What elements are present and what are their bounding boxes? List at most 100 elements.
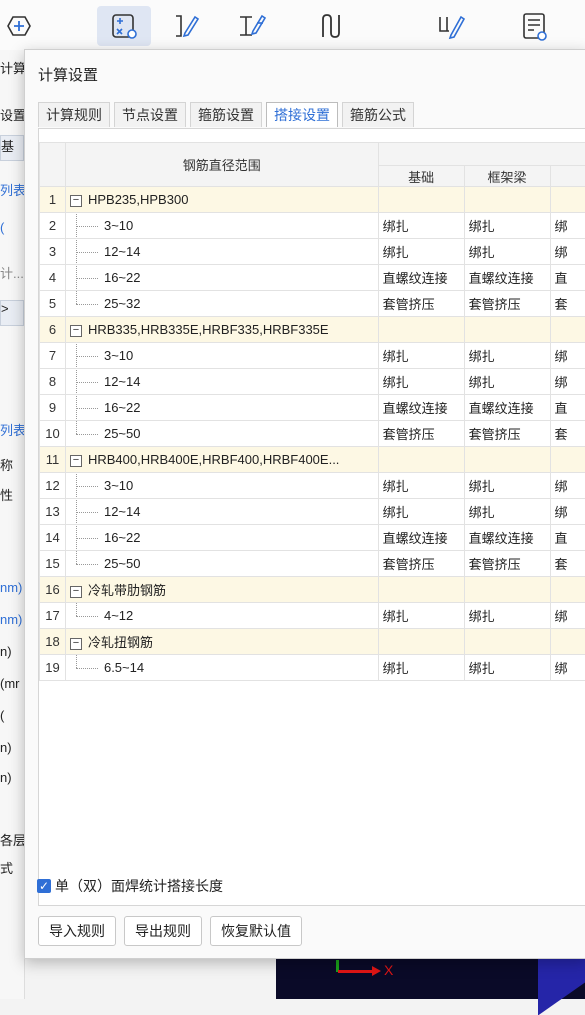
diameter-range-cell[interactable]: 4~12 bbox=[65, 603, 378, 629]
table-group-row[interactable]: 11−HRB400,HRB400E,HRBF400,HRBF400E... bbox=[40, 447, 585, 473]
frame-beam-method-cell[interactable]: 绑扎 bbox=[464, 499, 550, 525]
next-method-cell[interactable] bbox=[550, 187, 585, 213]
diameter-range-cell[interactable]: −冷轧扭钢筋 bbox=[65, 629, 378, 655]
next-method-cell[interactable]: 套 bbox=[550, 421, 585, 447]
frame-beam-method-cell[interactable] bbox=[464, 447, 550, 473]
next-method-cell[interactable]: 绑 bbox=[550, 473, 585, 499]
frame-beam-method-cell[interactable]: 套管挤压 bbox=[464, 291, 550, 317]
foundation-method-cell[interactable]: 套管挤压 bbox=[378, 551, 464, 577]
foundation-method-cell[interactable] bbox=[378, 447, 464, 473]
diameter-range-cell[interactable]: 12~14 bbox=[65, 499, 378, 525]
foundation-method-cell[interactable]: 绑扎 bbox=[378, 343, 464, 369]
left-panel-icon[interactable]: ( bbox=[0, 220, 24, 235]
next-method-cell[interactable] bbox=[550, 629, 585, 655]
diameter-range-cell[interactable]: −HRB400,HRB400E,HRBF400,HRBF400E... bbox=[65, 447, 378, 473]
collapse-icon[interactable]: − bbox=[70, 325, 82, 337]
diameter-range-cell[interactable]: 25~50 bbox=[65, 421, 378, 447]
table-row[interactable]: 196.5~14绑扎绑扎绑 bbox=[40, 655, 585, 681]
frame-beam-method-cell[interactable]: 套管挤压 bbox=[464, 421, 550, 447]
table-group-row[interactable]: 1−HPB235,HPB300 bbox=[40, 187, 585, 213]
tab-stirrup-formula[interactable]: 箍筋公式 bbox=[342, 102, 414, 127]
table-row[interactable]: 1312~14绑扎绑扎绑 bbox=[40, 499, 585, 525]
table-row[interactable]: 73~10绑扎绑扎绑 bbox=[40, 343, 585, 369]
import-rules-button[interactable]: 导入规则 bbox=[38, 916, 116, 946]
diameter-range-cell[interactable]: 3~10 bbox=[65, 343, 378, 369]
left-panel-arrow-button[interactable]: > bbox=[0, 300, 24, 326]
table-row[interactable]: 525~32套管挤压套管挤压套 bbox=[40, 291, 585, 317]
next-method-cell[interactable]: 套 bbox=[550, 291, 585, 317]
frame-beam-method-cell[interactable] bbox=[464, 187, 550, 213]
next-method-cell[interactable]: 绑 bbox=[550, 343, 585, 369]
lap-joint-button[interactable] bbox=[304, 6, 358, 46]
calc-settings-button[interactable] bbox=[97, 6, 151, 46]
diameter-range-cell[interactable]: 16~22 bbox=[65, 395, 378, 421]
foundation-method-cell[interactable]: 直螺纹连接 bbox=[378, 265, 464, 291]
frame-beam-method-cell[interactable]: 绑扎 bbox=[464, 369, 550, 395]
foundation-method-cell[interactable]: 直螺纹连接 bbox=[378, 395, 464, 421]
table-row[interactable]: 1416~22直螺纹连接直螺纹连接直 bbox=[40, 525, 585, 551]
restore-defaults-button[interactable]: 恢复默认值 bbox=[210, 916, 302, 946]
next-method-cell[interactable]: 绑 bbox=[550, 499, 585, 525]
diameter-range-cell[interactable]: 16~22 bbox=[65, 525, 378, 551]
foundation-method-cell[interactable]: 套管挤压 bbox=[378, 421, 464, 447]
frame-beam-method-cell[interactable]: 直螺纹连接 bbox=[464, 525, 550, 551]
frame-beam-method-cell[interactable]: 绑扎 bbox=[464, 603, 550, 629]
table-row[interactable]: 174~12绑扎绑扎绑 bbox=[40, 603, 585, 629]
diameter-range-cell[interactable]: −HPB235,HPB300 bbox=[65, 187, 378, 213]
frame-beam-method-cell[interactable]: 绑扎 bbox=[464, 213, 550, 239]
next-method-cell[interactable]: 直 bbox=[550, 395, 585, 421]
foundation-method-cell[interactable]: 绑扎 bbox=[378, 499, 464, 525]
frame-beam-method-cell[interactable]: 绑扎 bbox=[464, 655, 550, 681]
next-method-cell[interactable]: 套 bbox=[550, 551, 585, 577]
tab-node-settings[interactable]: 节点设置 bbox=[114, 102, 186, 127]
foundation-method-cell[interactable]: 套管挤压 bbox=[378, 291, 464, 317]
diameter-range-cell[interactable]: 12~14 bbox=[65, 239, 378, 265]
left-panel-list-link[interactable]: 列表 bbox=[0, 180, 24, 199]
diameter-range-cell[interactable]: 6.5~14 bbox=[65, 655, 378, 681]
table-row[interactable]: 123~10绑扎绑扎绑 bbox=[40, 473, 585, 499]
diameter-range-cell[interactable]: −冷轧带肋钢筋 bbox=[65, 577, 378, 603]
collapse-icon[interactable]: − bbox=[70, 638, 82, 650]
weld-lap-checkbox-row[interactable]: ✓ 单（双）面焊统计搭接长度 bbox=[37, 876, 223, 896]
next-method-cell[interactable] bbox=[550, 577, 585, 603]
frame-beam-method-cell[interactable]: 直螺纹连接 bbox=[464, 395, 550, 421]
section-edit-button[interactable] bbox=[225, 6, 279, 46]
table-row[interactable]: 23~10绑扎绑扎绑 bbox=[40, 213, 585, 239]
frame-beam-method-cell[interactable]: 绑扎 bbox=[464, 239, 550, 265]
tab-calc-rules[interactable]: 计算规则 bbox=[38, 102, 110, 127]
next-method-cell[interactable]: 绑 bbox=[550, 213, 585, 239]
foundation-method-cell[interactable]: 绑扎 bbox=[378, 655, 464, 681]
next-method-cell[interactable] bbox=[550, 447, 585, 473]
frame-beam-method-cell[interactable] bbox=[464, 629, 550, 655]
foundation-method-cell[interactable] bbox=[378, 629, 464, 655]
add-circle-button[interactable] bbox=[0, 6, 46, 46]
foundation-method-cell[interactable]: 绑扎 bbox=[378, 239, 464, 265]
table-group-row[interactable]: 6−HRB335,HRB335E,HRBF335,HRBF335E bbox=[40, 317, 585, 343]
diameter-range-cell[interactable]: −HRB335,HRB335E,HRBF335,HRBF335E bbox=[65, 317, 378, 343]
tab-stirrup-settings[interactable]: 箍筋设置 bbox=[190, 102, 262, 127]
frame-beam-method-cell[interactable]: 绑扎 bbox=[464, 473, 550, 499]
next-method-cell[interactable]: 绑 bbox=[550, 603, 585, 629]
rebar-pen-button[interactable] bbox=[425, 6, 479, 46]
diameter-range-cell[interactable]: 25~32 bbox=[65, 291, 378, 317]
left-panel-tab[interactable]: 基 bbox=[0, 135, 24, 161]
next-method-cell[interactable]: 绑 bbox=[550, 239, 585, 265]
table-group-row[interactable]: 18−冷轧扭钢筋 bbox=[40, 629, 585, 655]
table-row[interactable]: 1025~50套管挤压套管挤压套 bbox=[40, 421, 585, 447]
frame-beam-method-cell[interactable] bbox=[464, 577, 550, 603]
foundation-method-cell[interactable] bbox=[378, 317, 464, 343]
frame-beam-method-cell[interactable]: 绑扎 bbox=[464, 343, 550, 369]
diameter-range-cell[interactable]: 16~22 bbox=[65, 265, 378, 291]
table-row[interactable]: 312~14绑扎绑扎绑 bbox=[40, 239, 585, 265]
collapse-icon[interactable]: − bbox=[70, 455, 82, 467]
collapse-icon[interactable]: − bbox=[70, 586, 82, 598]
foundation-method-cell[interactable]: 绑扎 bbox=[378, 473, 464, 499]
foundation-method-cell[interactable]: 绑扎 bbox=[378, 213, 464, 239]
next-method-cell[interactable]: 直 bbox=[550, 265, 585, 291]
foundation-method-cell[interactable]: 绑扎 bbox=[378, 603, 464, 629]
frame-beam-method-cell[interactable] bbox=[464, 317, 550, 343]
table-group-row[interactable]: 16−冷轧带肋钢筋 bbox=[40, 577, 585, 603]
next-method-cell[interactable]: 直 bbox=[550, 525, 585, 551]
foundation-method-cell[interactable]: 绑扎 bbox=[378, 369, 464, 395]
diameter-range-cell[interactable]: 3~10 bbox=[65, 473, 378, 499]
